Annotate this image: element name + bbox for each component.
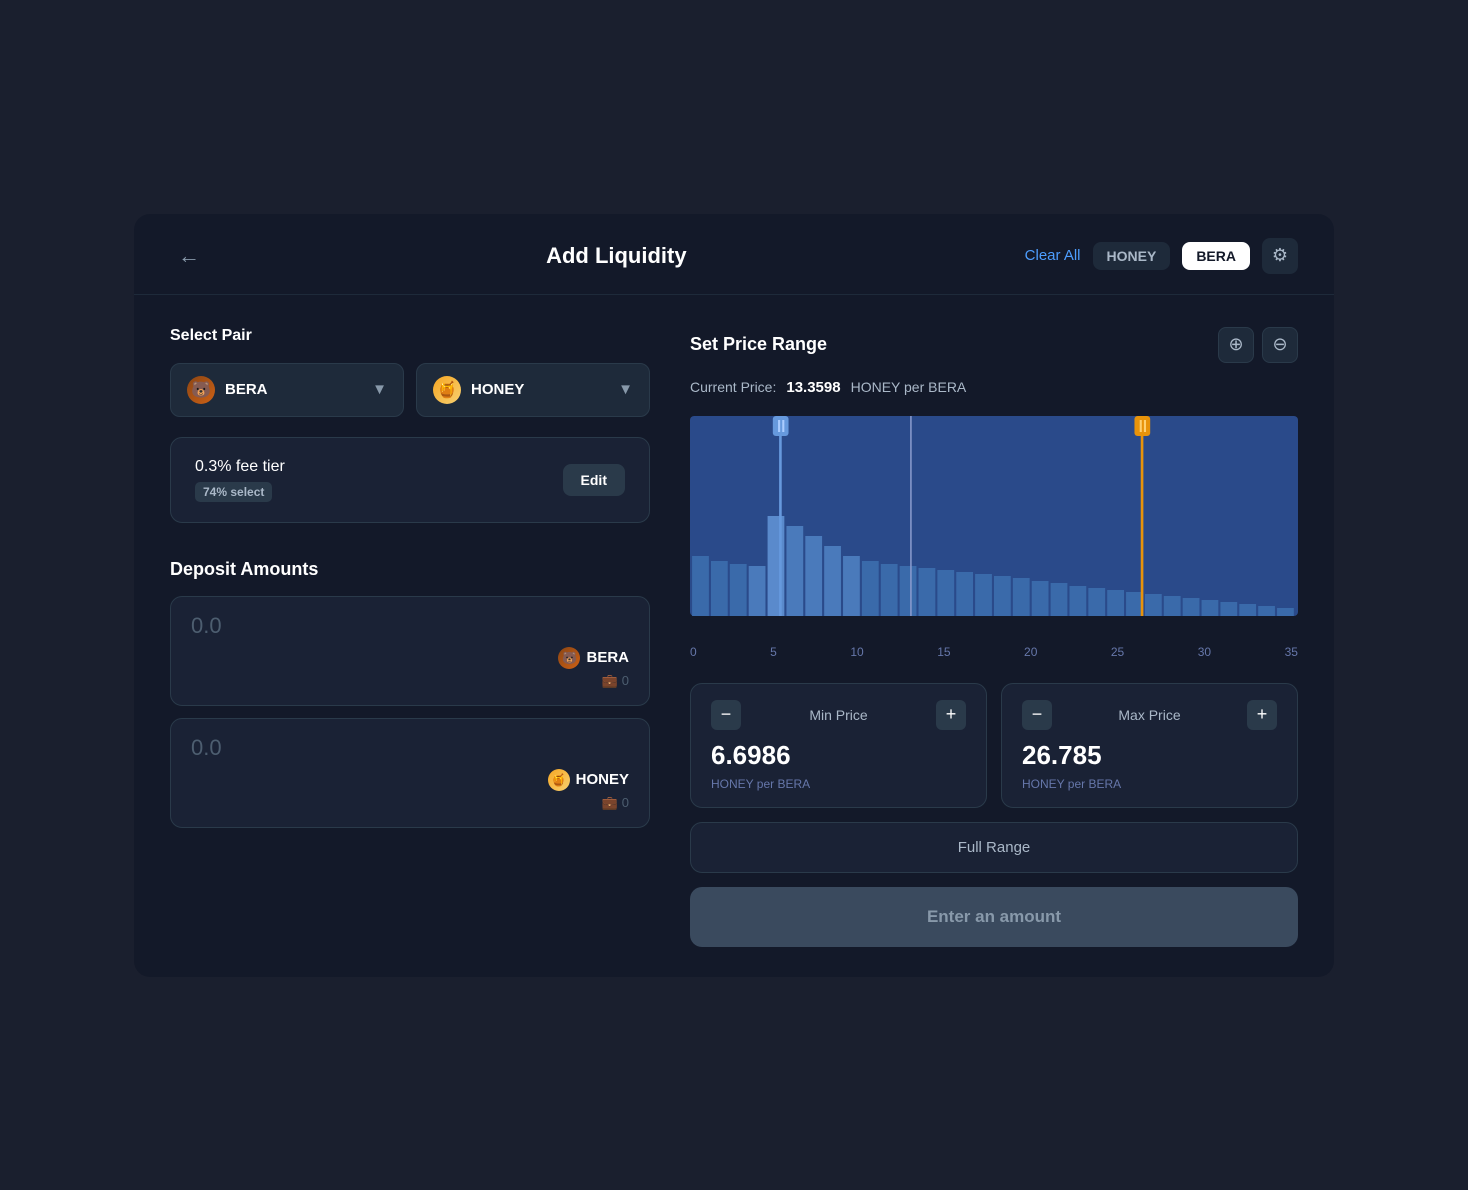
right-panel: Set Price Range ⊕ ⊖ Current Price: 13.35…	[690, 327, 1298, 947]
fee-select-badge: 74% select	[195, 482, 272, 502]
price-range-title: Set Price Range	[690, 334, 827, 355]
settings-button[interactable]: ⚙	[1262, 238, 1298, 274]
bera-deposit-token-label: 🐻 BERA	[558, 647, 629, 669]
honey-icon: 🍯	[433, 376, 461, 404]
pair-selectors: 🐻 BERA ▼ 🍯 HONEY ▼	[170, 363, 650, 417]
main-content: Select Pair 🐻 BERA ▼ 🍯 HONEY ▼ 0.3% fee …	[134, 295, 1334, 947]
bera-deposit-token-row: 🐻 BERA	[191, 647, 629, 669]
fee-tier-box: 0.3% fee tier 74% select Edit	[170, 437, 650, 523]
honey-deposit-token-label: 🍯 HONEY	[548, 769, 629, 791]
min-price-value: 6.6986	[711, 740, 966, 771]
back-button[interactable]: ←	[170, 239, 208, 273]
deposit-amounts-title: Deposit Amounts	[170, 559, 650, 580]
full-range-button[interactable]: Full Range	[690, 822, 1298, 873]
zoom-out-icon: ⊖	[1272, 334, 1287, 355]
min-price-header: − Min Price +	[711, 700, 966, 730]
current-price-row: Current Price: 13.3598 HONEY per BERA	[690, 379, 1298, 396]
current-price-value: 13.3598	[786, 379, 840, 396]
min-price-plus-button[interactable]: +	[936, 700, 966, 730]
max-price-plus-button[interactable]: +	[1247, 700, 1277, 730]
page-title: Add Liquidity	[546, 243, 687, 269]
bera-deposit-icon: 🐻	[558, 647, 580, 669]
clear-all-button[interactable]: Clear All	[1025, 247, 1081, 264]
min-price-label: Min Price	[809, 707, 867, 723]
fee-tier-label: 0.3% fee tier	[195, 458, 285, 476]
price-chart	[690, 416, 1298, 636]
bera-badge[interactable]: BERA	[1182, 242, 1250, 270]
honey-badge[interactable]: HONEY	[1093, 242, 1171, 270]
zoom-in-icon: ⊕	[1228, 334, 1243, 355]
bera-deposit-amount: 0.0	[191, 613, 629, 639]
header: ← Add Liquidity Clear All HONEY BERA ⚙	[134, 214, 1334, 295]
zoom-in-button[interactable]: ⊕	[1218, 327, 1254, 363]
app-container: ← Add Liquidity Clear All HONEY BERA ⚙ S…	[134, 214, 1334, 977]
max-price-box: − Max Price + 26.785 HONEY per BERA	[1001, 683, 1298, 808]
max-price-label: Max Price	[1118, 707, 1180, 723]
min-price-minus-button[interactable]: −	[711, 700, 741, 730]
price-range-header: Set Price Range ⊕ ⊖	[690, 327, 1298, 363]
wallet-icon-2: 💼	[602, 795, 618, 811]
honey-token-label: HONEY	[471, 381, 524, 398]
bera-icon: 🐻	[187, 376, 215, 404]
current-price-label: Current Price:	[690, 379, 776, 395]
zoom-buttons: ⊕ ⊖	[1218, 327, 1298, 363]
bera-balance: 💼 0	[602, 673, 629, 689]
bera-deposit-box[interactable]: 0.0 🐻 BERA 💼 0	[170, 596, 650, 706]
select-pair-title: Select Pair	[170, 327, 650, 345]
chart-container: 0 5 10 15 20 25 30 35	[690, 416, 1298, 663]
max-price-value: 26.785	[1022, 740, 1277, 771]
honey-deposit-box[interactable]: 0.0 🍯 HONEY 💼 0	[170, 718, 650, 828]
chart-x-labels: 0 5 10 15 20 25 30 35	[690, 641, 1298, 663]
honey-token-selector[interactable]: 🍯 HONEY ▼	[416, 363, 650, 417]
chevron-down-icon-2: ▼	[618, 381, 633, 398]
left-panel: Select Pair 🐻 BERA ▼ 🍯 HONEY ▼ 0.3% fee …	[170, 327, 690, 947]
max-price-minus-button[interactable]: −	[1022, 700, 1052, 730]
enter-amount-button[interactable]: Enter an amount	[690, 887, 1298, 947]
min-price-unit: HONEY per BERA	[711, 777, 966, 791]
header-right: Clear All HONEY BERA ⚙	[1025, 238, 1298, 274]
bera-token-selector[interactable]: 🐻 BERA ▼	[170, 363, 404, 417]
current-price-unit: HONEY per BERA	[851, 379, 967, 395]
max-price-header: − Max Price +	[1022, 700, 1277, 730]
min-price-box: − Min Price + 6.6986 HONEY per BERA	[690, 683, 987, 808]
honey-deposit-token-row: 🍯 HONEY	[191, 769, 629, 791]
wallet-icon: 💼	[602, 673, 618, 689]
fee-tier-info: 0.3% fee tier 74% select	[195, 458, 285, 502]
edit-fee-button[interactable]: Edit	[563, 464, 625, 496]
zoom-out-button[interactable]: ⊖	[1262, 327, 1298, 363]
honey-deposit-icon: 🍯	[548, 769, 570, 791]
chevron-down-icon: ▼	[372, 381, 387, 398]
honey-balance: 💼 0	[602, 795, 629, 811]
honey-deposit-amount: 0.0	[191, 735, 629, 761]
price-controls: − Min Price + 6.6986 HONEY per BERA − Ma…	[690, 683, 1298, 808]
bera-token-label: BERA	[225, 381, 268, 398]
gear-icon: ⚙	[1272, 245, 1288, 266]
max-price-unit: HONEY per BERA	[1022, 777, 1277, 791]
